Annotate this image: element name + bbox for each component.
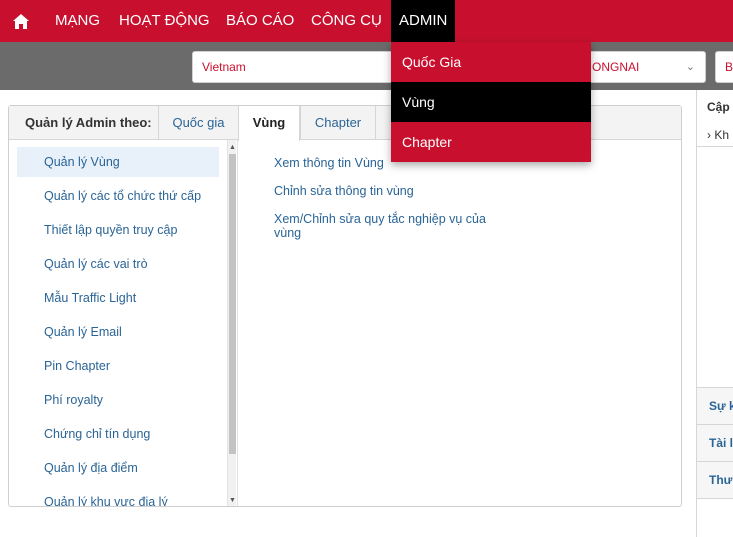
right-panel-item[interactable]: › Kh (707, 128, 729, 142)
right-panel-section-tai-lieu[interactable]: Tài l (697, 425, 733, 461)
admin-panel: Quản lý Admin theo: Quốc gia Vùng Chapte… (8, 105, 682, 507)
nav-item-hoat-dong[interactable]: HOẠT ĐỘNG (119, 0, 210, 42)
home-icon (13, 13, 29, 29)
menu-item-pin-chapter[interactable]: Pin Chapter (17, 351, 219, 381)
nav-item-mang[interactable]: MẠNG (55, 0, 100, 42)
right-panel-divider (697, 146, 733, 147)
right-panel-divider (697, 498, 733, 499)
admin-menu-quoc-gia[interactable]: Quốc Gia (391, 42, 591, 82)
menu-item-email[interactable]: Quản lý Email (17, 317, 219, 347)
admin-dropdown-menu: Quốc Gia Vùng Chapter (391, 42, 591, 162)
right-panel-section-thu[interactable]: Thư (697, 462, 733, 498)
top-nav-bar: MẠNG HOẠT ĐỘNG BÁO CÁO CÔNG CỤ ADMIN (0, 0, 733, 42)
admin-menu-chapter[interactable]: Chapter (391, 122, 591, 162)
menu-item-quyen-truy-cap[interactable]: Thiết lập quyền truy cập (17, 215, 219, 245)
extra-value: B (725, 60, 733, 74)
link-chinh-sua-thong-tin-vung[interactable]: Chỉnh sửa thông tin vùng (274, 184, 489, 198)
nav-item-admin[interactable]: ADMIN (391, 0, 456, 42)
menu-item-to-chuc-thu-cap[interactable]: Quản lý các tổ chức thứ cấp (17, 181, 219, 211)
menu-item-khu-vuc[interactable]: Quản lý khu vực địa lý (17, 487, 219, 506)
right-panel-title: Cập (707, 100, 730, 114)
scroll-thumb[interactable] (229, 154, 236, 454)
filter-bar: Vietnam ONGNAI ⌄ B (0, 42, 733, 90)
scroll-up-icon[interactable]: ▲ (228, 143, 237, 153)
menu-item-vai-tro[interactable]: Quản lý các vai trò (17, 249, 219, 279)
nav-item-bao-cao[interactable]: BÁO CÁO (226, 0, 294, 42)
right-panel-section-su-kien[interactable]: Sự k (697, 388, 733, 424)
admin-menu-vung[interactable]: Vùng (391, 82, 591, 122)
admin-tab-label: Quản lý Admin theo: (25, 115, 152, 130)
admin-left-menu: Quản lý Vùng Quản lý các tổ chức thứ cấp… (17, 146, 229, 506)
menu-item-phi-royalty[interactable]: Phí royalty (17, 385, 219, 415)
extra-select[interactable]: B (715, 51, 733, 83)
menu-item-dia-diem[interactable]: Quản lý địa điểm (17, 453, 219, 483)
left-menu-scrollbar[interactable]: ▲ ▼ (227, 140, 236, 506)
panel-divider (237, 140, 238, 506)
tab-vung[interactable]: Vùng (238, 106, 300, 141)
right-side-panel: Cập › Kh Sự k Tài l Thư (696, 90, 733, 537)
link-quy-tac-nghiep-vu[interactable]: Xem/Chỉnh sửa quy tắc nghiệp vụ của vùng (274, 212, 489, 240)
menu-item-quan-ly-vung[interactable]: Quản lý Vùng (17, 147, 219, 177)
tab-quoc-gia[interactable]: Quốc gia (158, 106, 238, 140)
home-button[interactable] (0, 0, 42, 42)
province-value: ONGNAI (592, 60, 640, 74)
menu-item-chung-chi[interactable]: Chứng chỉ tín dụng (17, 419, 219, 449)
menu-item-traffic-light[interactable]: Mẫu Traffic Light (17, 283, 219, 313)
scroll-down-icon[interactable]: ▼ (228, 496, 237, 506)
country-value: Vietnam (202, 60, 246, 74)
tab-chapter[interactable]: Chapter (300, 106, 376, 140)
nav-item-cong-cu[interactable]: CÔNG CỤ (311, 0, 382, 42)
chevron-down-icon: ⌄ (685, 61, 695, 73)
